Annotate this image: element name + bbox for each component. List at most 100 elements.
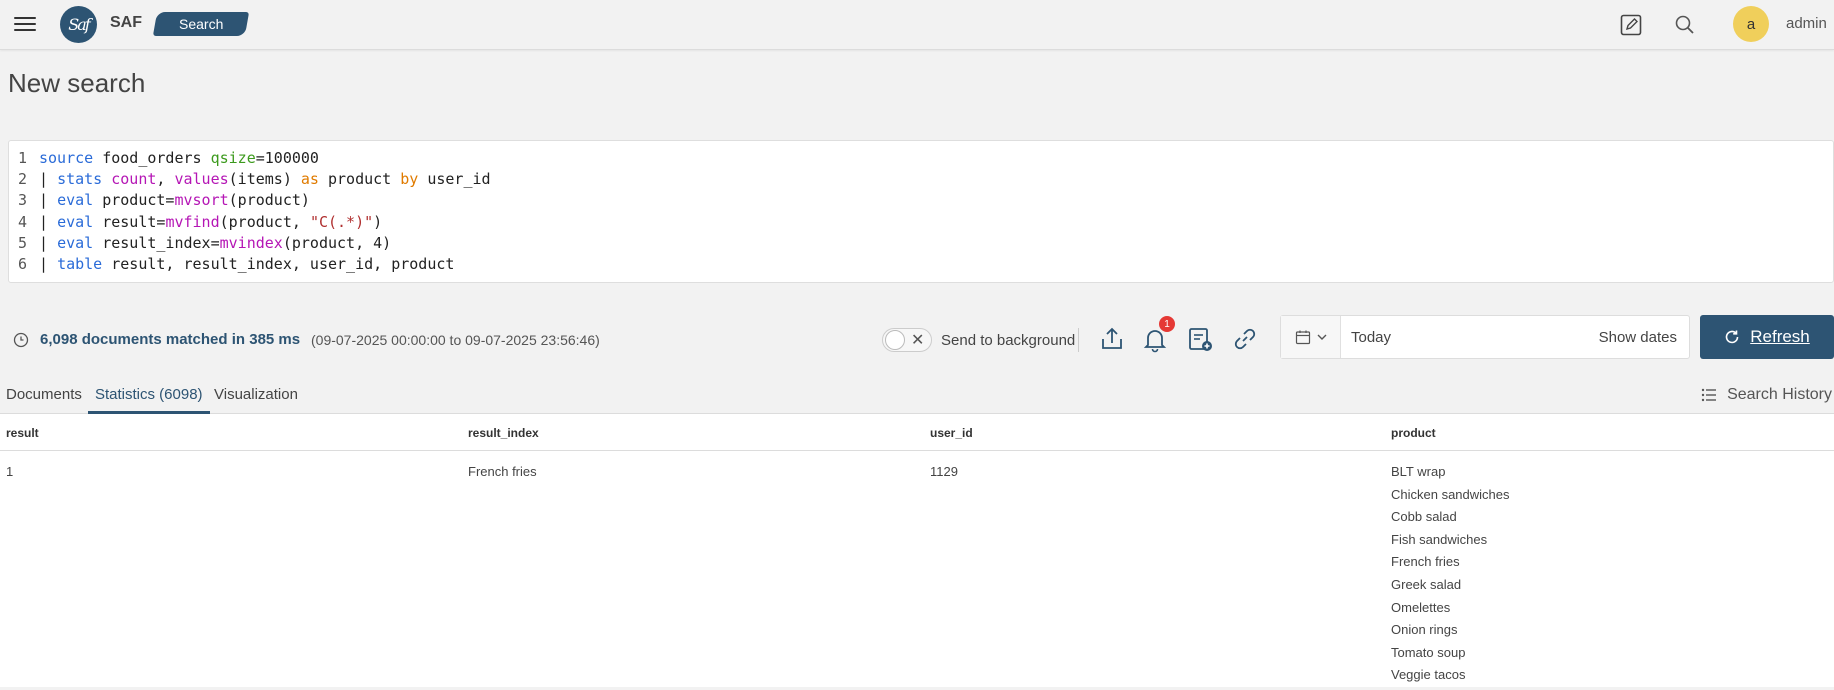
product-item: BLT wrap — [1391, 464, 1446, 479]
code-line[interactable]: 5 | eval result_index= mvindex (product, 4) — [9, 232, 1833, 253]
refresh-button[interactable]: Refresh — [1700, 315, 1834, 359]
notification-badge: 1 — [1159, 316, 1175, 332]
tab-visualization[interactable]: Visualization — [214, 386, 298, 414]
send-to-background-label: Send to background — [941, 332, 1076, 349]
code-token: | — [39, 169, 58, 188]
code-line[interactable]: 3 | eval product= mvsort (product) — [9, 190, 1833, 211]
result-tabs: Documents Statistics (6098) Visualizatio… — [0, 378, 1834, 414]
column-header-user-id[interactable]: user_id — [930, 426, 973, 440]
code-token: result_index= — [93, 233, 220, 252]
list-icon — [1701, 388, 1717, 402]
code-token: values — [174, 169, 229, 188]
code-token: result= — [93, 212, 166, 231]
code-token: stats — [57, 169, 112, 188]
line-number: 1 — [17, 148, 27, 167]
search-nav-button[interactable]: Search — [152, 12, 250, 36]
tab-documents[interactable]: Documents — [6, 386, 82, 414]
code-token: , — [156, 169, 175, 188]
product-item: Cobb salad — [1391, 509, 1457, 525]
code-line[interactable]: 2 | stats count, values (items) as product… — [9, 168, 1833, 189]
toggle-knob — [885, 330, 905, 350]
code-token: qsize — [210, 148, 256, 167]
calendar-icon — [1295, 330, 1310, 345]
cell-product-list: BLT wrap Chicken sandwiches Cobb salad Fish… — [1391, 464, 1510, 690]
code-token: as — [300, 169, 319, 188]
close-icon: ✕ — [911, 332, 925, 349]
cell-user-id: 1129 — [930, 464, 958, 479]
app-name: SAF — [110, 14, 142, 31]
code-token: product — [318, 169, 401, 188]
line-number: 3 — [17, 191, 27, 210]
page-title: New search — [8, 68, 146, 98]
matched-count: 6,098 documents matched in 385 ms — [40, 331, 301, 348]
add-report-icon[interactable] — [1185, 324, 1215, 354]
refresh-label: Refresh — [1750, 327, 1810, 346]
upload-icon[interactable] — [1097, 324, 1127, 354]
code-line[interactable]: 1 source food_orders qsize =100000 — [9, 147, 1833, 168]
cell-result: 1 — [6, 464, 14, 479]
product-item: Tomato soup — [1391, 644, 1466, 660]
time-range-text: (09-07-2025 00:00:00 to 09-07-2025 23:56… — [311, 332, 600, 348]
menu-icon[interactable] — [14, 13, 36, 33]
link-icon[interactable] — [1230, 324, 1260, 354]
code-token: (product, — [219, 212, 310, 231]
show-dates-link[interactable]: Show dates — [1599, 329, 1677, 346]
search-icon[interactable] — [1672, 12, 1698, 38]
line-number: 4 — [17, 212, 27, 231]
search-nav-label: Search — [178, 16, 224, 32]
code-token: eval — [57, 212, 94, 231]
code-token: eval — [57, 233, 94, 252]
send-to-background-toggle[interactable]: ✕ — [882, 328, 932, 352]
avatar[interactable]: a — [1733, 6, 1769, 42]
app-logo[interactable]: Saf — [60, 6, 97, 43]
table-header: result result_index user_id product — [0, 414, 1834, 451]
column-header-result-index[interactable]: result_index — [468, 426, 539, 440]
search-history-label: Search History — [1727, 386, 1832, 403]
product-item: Chicken sandwiches — [1391, 486, 1510, 502]
code-token: table — [57, 255, 103, 274]
code-token: | — [39, 255, 58, 274]
code-token: (product, 4) — [282, 233, 392, 252]
code-token: eval — [57, 191, 94, 210]
code-line[interactable]: 4 | eval result= mvfind (product, "C(.*)") — [9, 211, 1833, 232]
product-item: Greek salad — [1391, 576, 1462, 592]
line-number: 2 — [17, 169, 27, 188]
code-token: mvfind — [165, 212, 220, 231]
code-token: result, result_index, user_id, product — [102, 255, 455, 274]
clock-icon — [13, 332, 29, 348]
code-token: (product) — [228, 191, 310, 210]
code-token: user_id — [418, 169, 491, 188]
code-token: | — [39, 212, 58, 231]
code-token: (items) — [228, 169, 301, 188]
code-token: "C(.*)" — [309, 212, 374, 231]
product-item: French fries — [1391, 554, 1460, 570]
code-token: source — [39, 148, 94, 167]
code-token: | — [39, 191, 58, 210]
code-line[interactable]: 6 | table result, result_index, user_id, … — [9, 253, 1833, 274]
tab-statistics[interactable]: Statistics (6098) — [88, 386, 210, 414]
query-editor[interactable]: 1 source food_orders qsize =100000 2 | stats… — [8, 140, 1834, 283]
date-range-picker[interactable]: Today Show dates — [1280, 315, 1690, 359]
edit-note-icon[interactable] — [1618, 12, 1644, 38]
cell-result-index: French fries — [468, 464, 537, 479]
code-token: mvsort — [174, 191, 229, 210]
refresh-icon — [1725, 330, 1739, 344]
code-token: product= — [93, 191, 175, 210]
code-token: | — [39, 233, 58, 252]
column-header-product[interactable]: product — [1391, 426, 1436, 440]
code-token: count — [111, 169, 157, 188]
product-item: Omelettes — [1391, 599, 1451, 615]
column-header-result[interactable]: result — [6, 426, 39, 440]
top-bar: Saf SAF Search a admin — [0, 0, 1834, 50]
code-token: by — [400, 169, 419, 188]
username[interactable]: admin — [1786, 15, 1827, 32]
code-token: food_orders — [93, 148, 211, 167]
date-value: Today — [1351, 329, 1392, 346]
product-item: Fish sandwiches — [1391, 531, 1488, 547]
line-number: 5 — [17, 233, 27, 252]
line-number: 6 — [17, 255, 27, 274]
search-history-button[interactable]: Search History — [1701, 386, 1832, 404]
code-token: =100000 — [255, 148, 319, 167]
code-token: mvindex — [219, 233, 283, 252]
calendar-dropdown[interactable] — [1281, 316, 1341, 358]
